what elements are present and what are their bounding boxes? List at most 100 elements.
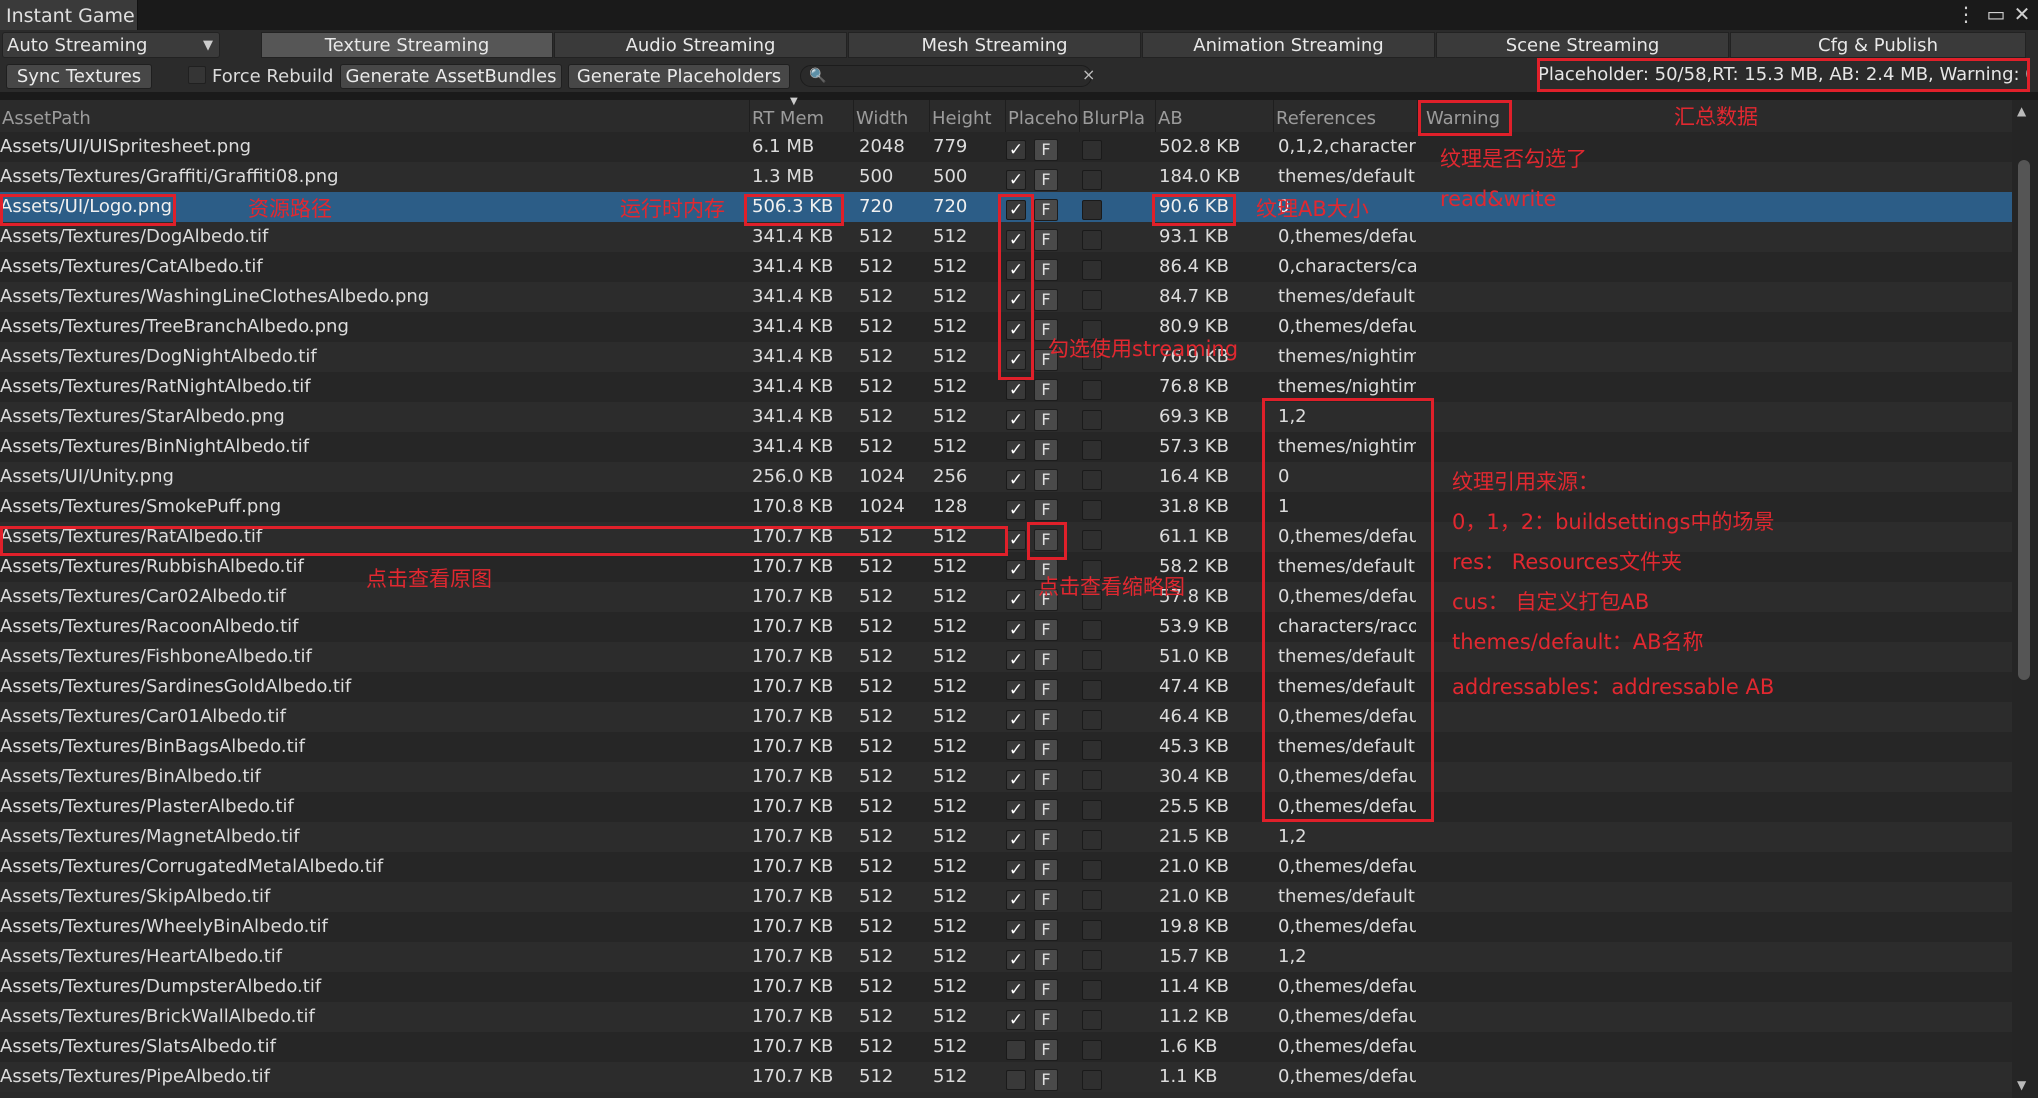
blur-placeholder-checkbox[interactable] <box>1082 860 1102 880</box>
preview-f-button[interactable]: F <box>1034 1039 1058 1061</box>
preview-f-button[interactable]: F <box>1034 469 1058 491</box>
table-row[interactable]: Assets/Textures/HeartAlbedo.tif 170.7 KB 5… <box>0 942 2012 972</box>
preview-f-button[interactable]: F <box>1034 679 1058 701</box>
placeholder-checkbox[interactable]: ✓ <box>1006 950 1026 970</box>
preview-f-button[interactable]: F <box>1034 889 1058 911</box>
tab-scene-streaming[interactable]: Scene Streaming <box>1436 32 1729 58</box>
column-header-height[interactable]: Height <box>930 100 1006 132</box>
blur-placeholder-checkbox[interactable] <box>1082 470 1102 490</box>
column-header-ab[interactable]: AB <box>1156 100 1274 132</box>
preview-f-button[interactable]: F <box>1034 829 1058 851</box>
table-row[interactable]: Assets/Textures/BrickWallAlbedo.tif 170.7… <box>0 1002 2012 1032</box>
table-row[interactable]: Assets/Textures/MagnetAlbedo.tif 170.7 KB… <box>0 822 2012 852</box>
placeholder-checkbox[interactable]: ✓ <box>1006 320 1026 340</box>
preview-f-button[interactable]: F <box>1034 709 1058 731</box>
blur-placeholder-checkbox[interactable] <box>1082 170 1102 190</box>
placeholder-checkbox[interactable]: ✓ <box>1006 290 1026 310</box>
table-row[interactable]: Assets/Textures/TreeBranchAlbedo.png 341.… <box>0 312 2012 342</box>
placeholder-checkbox[interactable]: ✓ <box>1006 200 1026 220</box>
blur-placeholder-checkbox[interactable] <box>1082 950 1102 970</box>
preview-f-button[interactable]: F <box>1034 139 1058 161</box>
preview-f-button[interactable]: F <box>1034 739 1058 761</box>
placeholder-checkbox[interactable]: ✓ <box>1006 890 1026 910</box>
placeholder-checkbox[interactable]: ✓ <box>1006 920 1026 940</box>
blur-placeholder-checkbox[interactable] <box>1082 530 1102 550</box>
table-row[interactable]: Assets/Textures/SkipAlbedo.tif 170.7 KB 51… <box>0 882 2012 912</box>
scrollbar-thumb[interactable] <box>2018 160 2030 680</box>
table-row[interactable]: Assets/Textures/DumpsterAlbedo.tif 170.7 … <box>0 972 2012 1002</box>
blur-placeholder-checkbox[interactable] <box>1082 770 1102 790</box>
preview-f-button[interactable]: F <box>1034 529 1058 551</box>
preview-f-button[interactable]: F <box>1034 1069 1058 1091</box>
scroll-up-icon[interactable]: ▲ <box>2017 104 2026 118</box>
table-row[interactable]: Assets/Textures/BinNightAlbedo.tif 341.4 … <box>0 432 2012 462</box>
column-header-assetpath[interactable]: AssetPath <box>0 100 750 132</box>
vertical-scrollbar[interactable]: ▲ ▼ <box>2012 100 2038 1098</box>
blur-placeholder-checkbox[interactable] <box>1082 890 1102 910</box>
tab-texture-streaming[interactable]: Texture Streaming <box>261 32 553 58</box>
preview-f-button[interactable]: F <box>1034 169 1058 191</box>
table-row[interactable]: Assets/Textures/DogAlbedo.tif 341.4 KB 512… <box>0 222 2012 252</box>
force-rebuild-checkbox[interactable] <box>188 66 206 84</box>
placeholder-checkbox[interactable]: ✓ <box>1006 140 1026 160</box>
preview-f-button[interactable]: F <box>1034 259 1058 281</box>
blur-placeholder-checkbox[interactable] <box>1082 920 1102 940</box>
placeholder-checkbox[interactable]: ✓ <box>1006 560 1026 580</box>
table-row[interactable]: Assets/Textures/StarAlbedo.png 341.4 KB 51… <box>0 402 2012 432</box>
table-row[interactable]: Assets/Textures/RatNightAlbedo.tif 341.4 … <box>0 372 2012 402</box>
preview-f-button[interactable]: F <box>1034 619 1058 641</box>
table-row[interactable]: Assets/Textures/WashingLineClothesAlbedo… <box>0 282 2012 312</box>
placeholder-checkbox[interactable]: ✓ <box>1006 860 1026 880</box>
sync-textures-button[interactable]: Sync Textures <box>6 64 152 89</box>
blur-placeholder-checkbox[interactable] <box>1082 200 1102 220</box>
preview-f-button[interactable]: F <box>1034 499 1058 521</box>
generate-assetbundles-button[interactable]: Generate AssetBundles <box>340 64 562 89</box>
table-row[interactable]: Assets/Textures/PlasterAlbedo.tif 170.7 K… <box>0 792 2012 822</box>
maximize-icon[interactable]: ▭ <box>1984 0 2008 30</box>
preview-f-button[interactable]: F <box>1034 919 1058 941</box>
placeholder-checkbox[interactable]: ✓ <box>1006 350 1026 370</box>
blur-placeholder-checkbox[interactable] <box>1082 230 1102 250</box>
blur-placeholder-checkbox[interactable] <box>1082 380 1102 400</box>
column-header-width[interactable]: Width <box>854 100 930 132</box>
blur-placeholder-checkbox[interactable] <box>1082 1040 1102 1060</box>
close-icon[interactable]: ✕ <box>2010 0 2034 30</box>
placeholder-checkbox[interactable]: ✓ <box>1006 800 1026 820</box>
preview-f-button[interactable]: F <box>1034 409 1058 431</box>
search-clear-icon[interactable]: × <box>1082 64 1095 86</box>
placeholder-checkbox[interactable]: ✓ <box>1006 1010 1026 1030</box>
placeholder-checkbox[interactable]: ✓ <box>1006 380 1026 400</box>
table-row[interactable]: Assets/Textures/Car01Albedo.tif 170.7 KB 5… <box>0 702 2012 732</box>
table-row[interactable]: Assets/Textures/CorrugatedMetalAlbedo.ti… <box>0 852 2012 882</box>
table-row[interactable]: Assets/Textures/Car02Albedo.tif 170.7 KB 5… <box>0 582 2012 612</box>
table-row[interactable]: Assets/UI/UISpritesheet.png 6.1 MB 2048 779… <box>0 132 2012 162</box>
placeholder-checkbox[interactable]: ✓ <box>1006 770 1026 790</box>
placeholder-checkbox[interactable]: ✓ <box>1006 170 1026 190</box>
placeholder-checkbox[interactable]: ✓ <box>1006 440 1026 460</box>
table-row[interactable]: Assets/Textures/FishboneAlbedo.tif 170.7 … <box>0 642 2012 672</box>
placeholder-checkbox[interactable]: ✓ <box>1006 500 1026 520</box>
table-row[interactable]: Assets/Textures/RubbishAlbedo.tif 170.7 K… <box>0 552 2012 582</box>
preview-f-button[interactable]: F <box>1034 1009 1058 1031</box>
tab-animation-streaming[interactable]: Animation Streaming <box>1142 32 1435 58</box>
preview-f-button[interactable]: F <box>1034 199 1058 221</box>
preview-f-button[interactable]: F <box>1034 289 1058 311</box>
placeholder-checkbox[interactable] <box>1006 1040 1026 1060</box>
preview-f-button[interactable]: F <box>1034 649 1058 671</box>
placeholder-checkbox[interactable]: ✓ <box>1006 740 1026 760</box>
placeholder-checkbox[interactable]: ✓ <box>1006 470 1026 490</box>
placeholder-checkbox[interactable]: ✓ <box>1006 710 1026 730</box>
preview-f-button[interactable]: F <box>1034 859 1058 881</box>
kebab-menu-icon[interactable]: ⋮ <box>1954 0 1978 30</box>
placeholder-checkbox[interactable]: ✓ <box>1006 680 1026 700</box>
blur-placeholder-checkbox[interactable] <box>1082 710 1102 730</box>
blur-placeholder-checkbox[interactable] <box>1082 620 1102 640</box>
placeholder-checkbox[interactable]: ✓ <box>1006 650 1026 670</box>
blur-placeholder-checkbox[interactable] <box>1082 440 1102 460</box>
column-header-blurplaceholder[interactable]: BlurPla <box>1080 100 1156 132</box>
preview-f-button[interactable]: F <box>1034 979 1058 1001</box>
preview-f-button[interactable]: F <box>1034 379 1058 401</box>
tab-audio-streaming[interactable]: Audio Streaming <box>554 32 847 58</box>
blur-placeholder-checkbox[interactable] <box>1082 1070 1102 1090</box>
blur-placeholder-checkbox[interactable] <box>1082 800 1102 820</box>
